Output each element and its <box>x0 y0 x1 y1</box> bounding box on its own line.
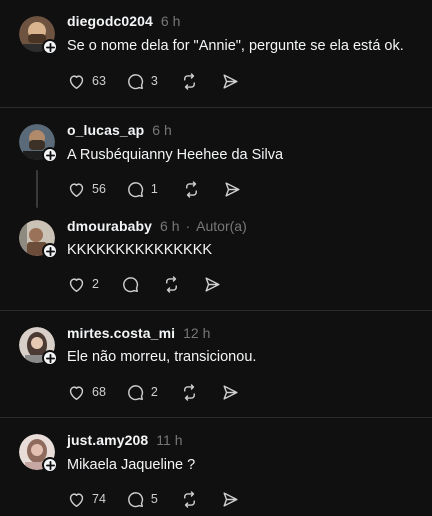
like-count: 2 <box>92 277 99 291</box>
repost-icon <box>183 383 195 401</box>
like-count: 56 <box>92 182 106 196</box>
heart-icon <box>69 492 84 507</box>
timestamp[interactable]: 11 h <box>156 432 182 448</box>
avatar[interactable] <box>19 434 58 473</box>
repost-icon <box>183 490 195 508</box>
comment-text: KKKKKKKKKKKKKKK <box>67 242 213 258</box>
like-count: 63 <box>92 74 106 88</box>
follow-button[interactable] <box>42 147 58 163</box>
repost-button[interactable] <box>162 275 181 294</box>
comment-text: Mikaela Jaqueline ? <box>67 457 196 473</box>
send-icon <box>225 181 240 197</box>
username[interactable]: mirtes.costa_mi <box>67 325 175 341</box>
separator <box>0 417 432 418</box>
like-button[interactable]: 63 <box>67 72 106 91</box>
send-icon <box>223 491 238 507</box>
action-bar: 56 1 <box>67 179 242 199</box>
timestamp[interactable]: 12 h <box>183 325 210 341</box>
reply-button[interactable]: 2 <box>126 383 158 402</box>
follow-button[interactable] <box>42 243 58 259</box>
share-button[interactable] <box>221 383 240 402</box>
like-button[interactable]: 68 <box>67 383 106 402</box>
reply-button[interactable]: 3 <box>126 72 158 91</box>
timestamp[interactable]: 6 h <box>152 122 171 138</box>
heart-icon <box>69 385 84 400</box>
reply-button[interactable] <box>121 275 140 294</box>
heart-icon <box>69 74 84 89</box>
author-badge: Autor(a) <box>196 218 247 234</box>
reply-button[interactable]: 5 <box>126 490 158 509</box>
send-icon <box>205 276 220 292</box>
follow-button[interactable] <box>42 350 58 366</box>
follow-button[interactable] <box>42 39 58 55</box>
repost-button[interactable] <box>182 180 201 199</box>
action-bar: 63 3 <box>67 71 240 91</box>
author-separator: · <box>185 218 191 234</box>
comment-text: A Rusbéquianny Heehee da Silva <box>67 147 284 163</box>
plus-icon <box>45 460 55 470</box>
plus-icon <box>45 42 55 52</box>
like-button[interactable]: 56 <box>67 180 106 199</box>
username[interactable]: dmourababy <box>67 218 152 234</box>
like-count: 68 <box>92 385 106 399</box>
action-bar: 74 5 <box>67 489 240 509</box>
share-button[interactable] <box>203 275 222 294</box>
reply-count: 1 <box>150 182 158 196</box>
comment-icon <box>127 491 144 507</box>
share-button[interactable] <box>221 72 240 91</box>
reply-count: 2 <box>150 385 158 399</box>
reply-count: 3 <box>150 74 158 88</box>
separator <box>0 310 432 311</box>
plus-icon <box>45 150 55 160</box>
comment-icon <box>127 181 144 197</box>
repost-button[interactable] <box>180 72 199 91</box>
avatar[interactable] <box>19 220 58 259</box>
reply-count: 5 <box>150 492 158 506</box>
timestamp[interactable]: 6 h <box>160 218 179 234</box>
timestamp[interactable]: 6 h <box>161 13 180 29</box>
comment-text: Se o nome dela for "Annie", pergunte se … <box>67 38 404 54</box>
action-bar: 68 2 <box>67 382 240 402</box>
username[interactable]: diegodc0204 <box>67 13 153 29</box>
heart-icon <box>69 182 84 197</box>
avatar[interactable] <box>19 16 58 55</box>
action-bar: 2 <box>67 274 222 294</box>
follow-button[interactable] <box>42 457 58 473</box>
like-button[interactable]: 2 <box>67 275 99 294</box>
avatar[interactable] <box>19 327 58 366</box>
comment-icon <box>127 73 144 89</box>
share-button[interactable] <box>223 180 242 199</box>
repost-button[interactable] <box>180 383 199 402</box>
repost-icon <box>185 180 197 198</box>
comment-icon <box>127 384 144 400</box>
reply-button[interactable]: 1 <box>126 180 158 199</box>
like-button[interactable]: 74 <box>67 490 106 509</box>
comment-text: Ele não morreu, transicionou. <box>67 349 257 365</box>
plus-icon <box>45 353 55 363</box>
username[interactable]: o_lucas_ap <box>67 122 144 138</box>
like-count: 74 <box>92 492 106 506</box>
share-button[interactable] <box>221 490 240 509</box>
plus-icon <box>45 246 55 256</box>
repost-icon <box>183 72 195 90</box>
username[interactable]: just.amy208 <box>67 432 148 448</box>
thread-line <box>36 170 38 208</box>
heart-icon <box>69 277 84 292</box>
send-icon <box>223 73 238 89</box>
comment-icon <box>123 276 139 292</box>
separator <box>0 107 432 108</box>
send-icon <box>223 384 238 400</box>
avatar[interactable] <box>19 124 58 163</box>
repost-icon <box>165 275 177 293</box>
repost-button[interactable] <box>180 490 199 509</box>
